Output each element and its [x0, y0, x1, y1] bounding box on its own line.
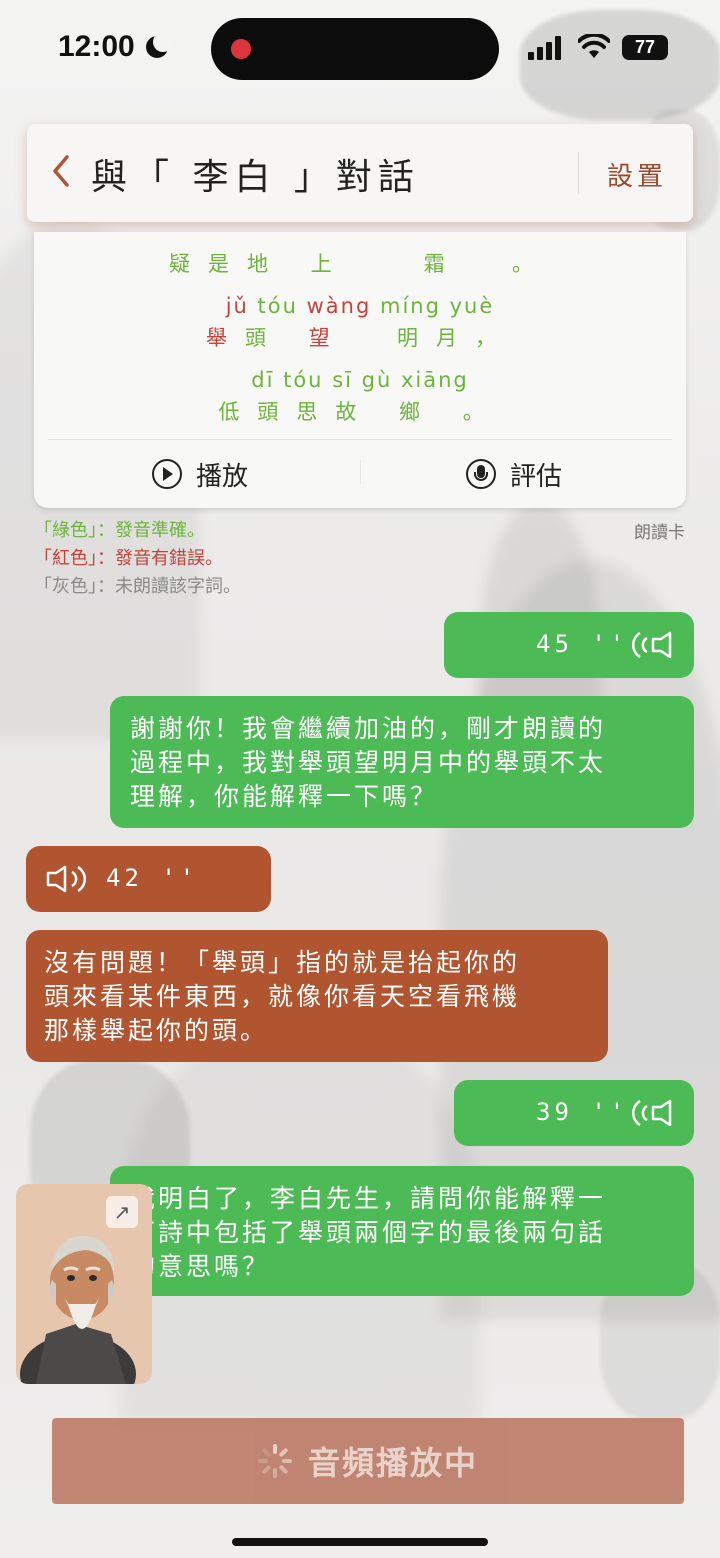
settings-button[interactable]: 設置 — [607, 156, 667, 193]
poem-line-3-hanzi: 舉頭 望 明月， — [205, 326, 515, 350]
poem-line-4-pinyin: dī tóu sī gù xiāng — [251, 368, 469, 392]
reading-card-tag: 朗讀卡 — [634, 523, 685, 543]
evaluate-label: 評估 — [510, 461, 563, 492]
user-text-message: 我明白了，李白先生，請問你能解釋一 下詩中包括了舉頭兩個字的最後兩句話 的意思嗎… — [110, 1166, 694, 1296]
poem-line-4-hanzi: 低頭思故 鄉 。 — [218, 400, 502, 424]
message-line: 的意思嗎？ — [130, 1252, 271, 1281]
cellular-signal-icon — [528, 36, 562, 60]
back-button[interactable] — [51, 154, 81, 192]
spinner-icon — [257, 1444, 292, 1478]
voice-duration: 45 '' — [536, 630, 629, 658]
message-line: 下詩中包括了舉頭兩個字的最後兩句話 — [130, 1218, 607, 1247]
dynamic-island — [211, 18, 499, 80]
battery-level: 77 — [622, 35, 668, 60]
bot-voice-message[interactable]: 42 '' — [26, 846, 271, 912]
message-line: 謝謝你！我會繼續加油的，剛才朗讀的 — [130, 714, 607, 743]
user-voice-message[interactable]: 39 '' — [454, 1080, 694, 1146]
play-circle-icon — [152, 459, 182, 489]
message-line: 理解，你能解釋一下嗎？ — [130, 782, 439, 811]
chat-header: 與「 李白 」對話 設置 — [27, 124, 693, 222]
message-line: 我明白了，李白先生，請問你能解釋一 — [130, 1184, 607, 1213]
poem-line-3-pinyin: jǔ tóu wàng míng yuè — [225, 294, 495, 318]
expand-arrow-icon[interactable]: ↗ — [106, 1196, 138, 1228]
message-line: 那樣舉起你的頭。 — [44, 1016, 269, 1045]
play-label: 播放 — [196, 461, 249, 492]
user-voice-message[interactable]: 45 '' — [444, 612, 694, 678]
status-bar: 12:00 77 — [0, 0, 720, 96]
sound-wave-right-icon — [631, 1099, 672, 1127]
wifi-icon — [578, 34, 610, 58]
card-divider — [48, 439, 672, 440]
chevron-left-icon — [53, 155, 69, 187]
audio-playing-button[interactable]: 音頻播放中 — [52, 1418, 684, 1504]
header-divider — [578, 152, 579, 194]
message-line: 頭來看某件東西，就像你看天空看飛機 — [44, 982, 521, 1011]
voice-duration: 42 '' — [106, 864, 199, 892]
home-indicator[interactable] — [232, 1538, 488, 1546]
message-line: 沒有問題！「舉頭」指的就是抬起你的 — [44, 948, 521, 977]
li-bai-avatar-window[interactable]: ↗ — [16, 1184, 152, 1384]
legend-gray: 「灰色」：未朗讀該字詞。 — [34, 576, 241, 597]
sound-wave-right-icon — [631, 631, 672, 659]
status-time: 12:00 — [58, 30, 135, 63]
page-title: 與「 李白 」對話 — [91, 157, 420, 198]
speaker-icon — [46, 865, 87, 893]
message-line: 過程中，我對舉頭望明月中的舉頭不太 — [130, 748, 607, 777]
recording-dot-icon — [231, 39, 251, 59]
card-button-separator — [360, 460, 361, 484]
moon-icon — [146, 32, 173, 58]
legend-red: 「紅色」：發音有錯誤。 — [34, 548, 223, 569]
reading-card: 疑是地 上 霜 。 jǔ tóu wàng míng yuè 舉頭 望 明月， … — [34, 232, 686, 508]
microphone-circle-icon — [466, 459, 496, 489]
voice-duration: 39 '' — [536, 1098, 629, 1126]
evaluate-button[interactable]: 評估 — [466, 454, 562, 494]
legend-green: 「綠色」：發音準確。 — [34, 520, 205, 541]
user-text-message: 謝謝你！我會繼續加油的，剛才朗讀的 過程中，我對舉頭望明月中的舉頭不太 理解，你… — [110, 696, 694, 828]
play-button[interactable]: 播放 — [152, 454, 248, 494]
audio-playing-label: 音頻播放中 — [307, 1444, 478, 1482]
poem-line-2-hanzi: 疑是地 上 霜 。 — [168, 252, 552, 276]
bot-text-message: 沒有問題！「舉頭」指的就是抬起你的 頭來看某件東西，就像你看天空看飛機 那樣舉起… — [26, 930, 608, 1062]
